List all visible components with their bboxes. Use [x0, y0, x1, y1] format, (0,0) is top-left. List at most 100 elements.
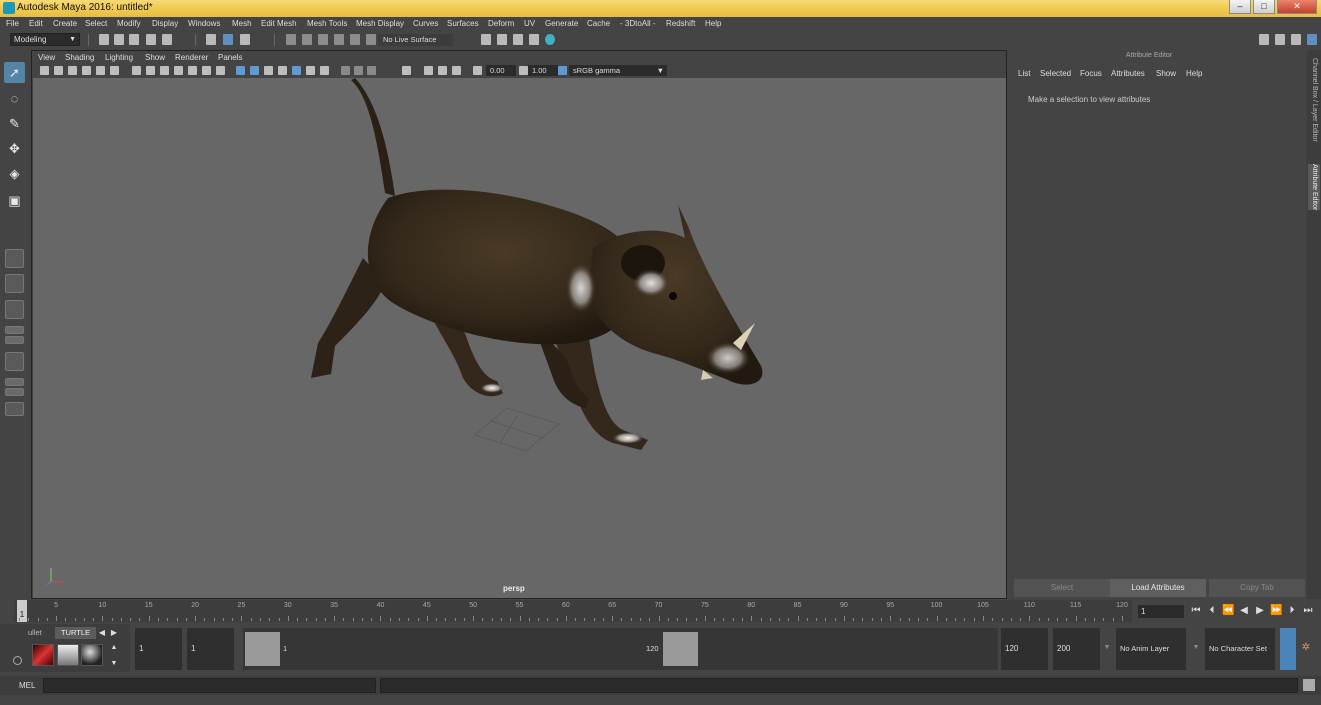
field-chart-icon[interactable]	[188, 66, 197, 75]
tab-channel-box[interactable]: Channel Box / Layer Editor	[1308, 58, 1320, 142]
viewport-menu-lighting[interactable]: Lighting	[105, 53, 133, 62]
range-slider[interactable]: 1 120	[243, 628, 998, 670]
menu-select[interactable]: Select	[85, 19, 107, 28]
move-tool-icon[interactable]: ✥	[4, 138, 25, 159]
gamma-field[interactable]: 1.00	[528, 65, 558, 76]
auto-key-icon[interactable]	[1280, 628, 1296, 670]
ae-menu-show[interactable]: Show	[1156, 69, 1176, 78]
xray-icon[interactable]	[424, 66, 433, 75]
shadows-icon[interactable]	[306, 66, 315, 75]
menu-uv[interactable]: UV	[524, 19, 535, 28]
minimize-button[interactable]: –	[1229, 0, 1251, 14]
step-forward-key-icon[interactable]: ⏩	[1270, 605, 1282, 617]
grid-icon[interactable]	[132, 66, 141, 75]
live-surface-field[interactable]: No Live Surface	[378, 34, 453, 46]
view-transform-dropdown[interactable]: sRGB gamma ▼	[569, 65, 667, 76]
scale-tool-icon[interactable]: ▣	[4, 190, 25, 211]
maximize-button[interactable]: □	[1253, 0, 1275, 14]
use-all-lights-icon[interactable]	[292, 66, 301, 75]
hypershade-icon[interactable]	[529, 34, 539, 45]
graph-editor-layout-icon[interactable]	[5, 336, 24, 344]
viewport-menu-view[interactable]: View	[38, 53, 55, 62]
menu-windows[interactable]: Windows	[188, 19, 220, 28]
color-management-icon[interactable]	[558, 66, 567, 75]
safe-title-icon[interactable]	[216, 66, 225, 75]
shelf-down-icon[interactable]: ▼	[108, 658, 120, 670]
animation-end-field[interactable]: 200	[1053, 628, 1100, 670]
shelf-settings-icon[interactable]	[13, 656, 22, 665]
tab-attribute-editor[interactable]: Attribute Editor	[1308, 164, 1320, 211]
step-back-icon[interactable]: ⏴	[1206, 605, 1218, 617]
menu-curves[interactable]: Curves	[413, 19, 438, 28]
isolate-select-icon[interactable]	[402, 66, 411, 75]
menu-modify[interactable]: Modify	[117, 19, 141, 28]
select-tool-icon[interactable]: ➚	[4, 62, 25, 83]
current-frame-field[interactable]: 1	[1138, 605, 1184, 618]
shelf-scroll-left-icon[interactable]: ◀	[96, 627, 108, 639]
shelf-up-icon[interactable]: ▲	[108, 642, 120, 654]
go-to-end-icon[interactable]: ⏭	[1302, 605, 1314, 617]
screen-space-ao-icon[interactable]	[320, 66, 329, 75]
rotate-tool-icon[interactable]: ◈	[4, 163, 25, 184]
menu-generate[interactable]: Generate	[545, 19, 578, 28]
safe-action-icon[interactable]	[202, 66, 211, 75]
menu-set-dropdown[interactable]: Modeling ▼	[10, 33, 80, 46]
multisample-aa-icon[interactable]	[354, 66, 363, 75]
menu-deform[interactable]: Deform	[488, 19, 514, 28]
animation-preferences-icon[interactable]: ✲	[1300, 642, 1312, 654]
anim-layer-chevron-icon[interactable]: ▼	[1101, 642, 1113, 654]
ae-menu-focus[interactable]: Focus	[1080, 69, 1102, 78]
turtle-bake-icon[interactable]	[57, 644, 79, 666]
menu-display[interactable]: Display	[152, 19, 178, 28]
redo-icon[interactable]	[162, 34, 172, 45]
gamma-icon[interactable]	[519, 66, 528, 75]
shelf-tab-turtle[interactable]: TURTLE	[55, 627, 97, 639]
smooth-shade-icon[interactable]	[250, 66, 259, 75]
outliner-layout-icon[interactable]	[5, 326, 24, 334]
lasso-tool-icon[interactable]: ◌	[4, 88, 25, 109]
animation-start-field[interactable]: 1	[135, 628, 182, 670]
2d-pan-zoom-icon[interactable]	[96, 66, 105, 75]
hypershade-layout-icon[interactable]	[5, 378, 24, 386]
exposure-field[interactable]: 0.00	[486, 65, 516, 76]
step-back-key-icon[interactable]: ⏪	[1222, 605, 1234, 617]
four-view-layout-icon[interactable]	[5, 274, 24, 293]
ae-menu-help[interactable]: Help	[1186, 69, 1202, 78]
ae-menu-list[interactable]: List	[1018, 69, 1030, 78]
menu-cache[interactable]: Cache	[587, 19, 610, 28]
step-forward-icon[interactable]: ⏵	[1286, 605, 1298, 617]
menu-mesh-display[interactable]: Mesh Display	[356, 19, 404, 28]
xray-active-components-icon[interactable]	[438, 66, 447, 75]
select-component-icon[interactable]	[240, 34, 250, 45]
select-button[interactable]: Select	[1014, 579, 1110, 597]
menu-edit-mesh[interactable]: Edit Mesh	[261, 19, 297, 28]
grease-pencil-icon[interactable]	[110, 66, 119, 75]
menu-create[interactable]: Create	[53, 19, 77, 28]
snap-curve-icon[interactable]	[302, 34, 312, 45]
menu-redshift[interactable]: Redshift	[666, 19, 695, 28]
ae-menu-attributes[interactable]: Attributes	[1111, 69, 1145, 78]
render-settings-icon[interactable]	[513, 34, 523, 45]
camera-select-icon[interactable]	[40, 66, 49, 75]
menu-help[interactable]: Help	[705, 19, 721, 28]
new-scene-icon[interactable]	[99, 34, 109, 45]
viewport-menu-show[interactable]: Show	[145, 53, 165, 62]
motion-blur-icon[interactable]	[341, 66, 350, 75]
render-frame-icon[interactable]	[481, 34, 491, 45]
viewport-menu-shading[interactable]: Shading	[65, 53, 94, 62]
menu-surfaces[interactable]: Surfaces	[447, 19, 479, 28]
snap-grid-icon[interactable]	[286, 34, 296, 45]
turtle-render-icon[interactable]	[32, 644, 54, 666]
perspective-viewport[interactable]: persp	[33, 78, 1006, 598]
select-object-icon[interactable]	[223, 34, 233, 45]
playback-end-field[interactable]: 120	[1001, 628, 1048, 670]
character-set-dropdown[interactable]: No Character Set	[1205, 628, 1275, 670]
copy-tab-button[interactable]: Copy Tab	[1209, 579, 1305, 597]
character-set-chevron-icon[interactable]: ▼	[1190, 642, 1202, 654]
make-live-icon[interactable]	[366, 34, 376, 45]
render-view-icon[interactable]	[545, 34, 555, 45]
ipr-render-icon[interactable]	[497, 34, 507, 45]
resolution-gate-icon[interactable]	[160, 66, 169, 75]
wireframe-icon[interactable]	[236, 66, 245, 75]
menu-3dtoall[interactable]: - 3DtoAll -	[620, 19, 656, 28]
